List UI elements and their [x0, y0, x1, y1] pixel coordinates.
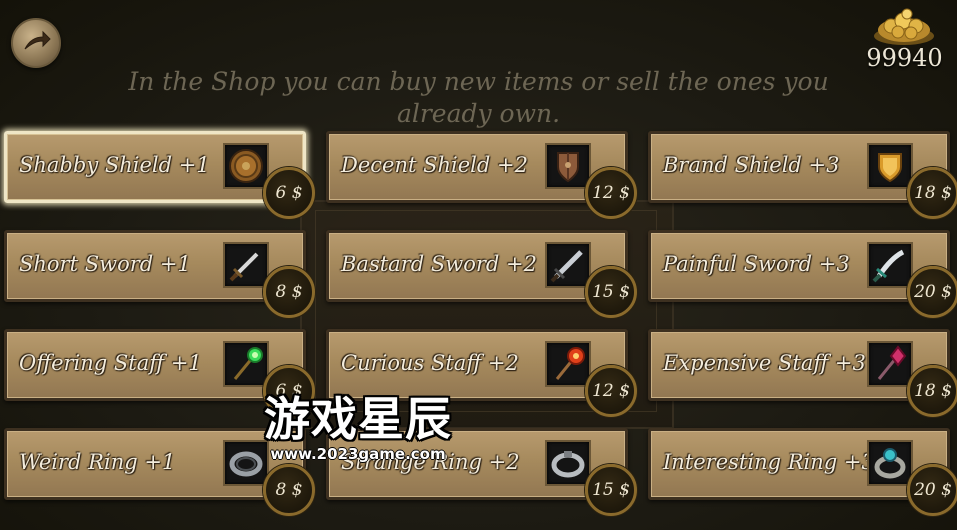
curved-sword-icon — [867, 242, 913, 288]
shop-item-name: Interesting Ring +3 — [663, 450, 875, 474]
shop-item-name: Expensive Staff +3 — [663, 351, 866, 375]
price-badge: 12 $ — [585, 167, 637, 219]
shop-item-name: Weird Ring +1 — [19, 450, 176, 474]
shop-item[interactable]: Brand Shield +3 18 $ — [648, 131, 957, 219]
coin-balance: 99940 — [866, 44, 943, 72]
shop-item[interactable]: Painful Sword +3 20 $ — [648, 230, 957, 318]
back-button[interactable] — [11, 18, 61, 68]
shop-item-name: Brand Shield +3 — [663, 153, 840, 177]
price-badge: 20 $ — [907, 266, 957, 318]
shop-instructions: In the Shop you can buy new items or sel… — [128, 67, 829, 128]
shop-item-name: Bastard Sword +2 — [341, 252, 537, 276]
short-sword-icon — [223, 242, 269, 288]
price-badge: 18 $ — [907, 167, 957, 219]
wooden-shield-icon — [545, 143, 591, 189]
shop-item-name: Short Sword +1 — [19, 252, 191, 276]
price-badge: 20 $ — [907, 464, 957, 516]
shop-item-name: Curious Staff +2 — [341, 351, 519, 375]
shop-item[interactable]: Expensive Staff +3 18 $ — [648, 329, 957, 417]
jeweled-ring-icon — [867, 440, 913, 486]
shop-item[interactable]: Strange Ring +2 15 $ — [326, 428, 637, 516]
price-badge: 15 $ — [585, 266, 637, 318]
price-badge: 12 $ — [585, 365, 637, 417]
gold-shield-icon — [867, 143, 913, 189]
round-shield-icon — [223, 143, 269, 189]
shop-item-name: Offering Staff +1 — [19, 351, 202, 375]
shop-item[interactable]: Weird Ring +1 8 $ — [4, 428, 315, 516]
price-badge: 6 $ — [263, 167, 315, 219]
shop-screen: 99940 In the Shop you can buy new items … — [0, 0, 957, 530]
shop-item-name: Decent Shield +2 — [341, 153, 528, 177]
silver-ring-icon — [545, 440, 591, 486]
price-badge: 8 $ — [263, 464, 315, 516]
green-staff-icon — [223, 341, 269, 387]
price-badge: 15 $ — [585, 464, 637, 516]
shop-item[interactable]: Shabby Shield +1 6 $ — [4, 131, 315, 219]
fire-staff-icon — [545, 341, 591, 387]
price-badge: 18 $ — [907, 365, 957, 417]
shop-item[interactable]: Offering Staff +1 6 $ — [4, 329, 315, 417]
shop-item[interactable]: Decent Shield +2 12 $ — [326, 131, 637, 219]
shop-item[interactable]: Curious Staff +2 12 $ — [326, 329, 637, 417]
price-badge: 6 $ — [263, 365, 315, 417]
price-badge: 8 $ — [263, 266, 315, 318]
shop-item[interactable]: Interesting Ring +3 20 $ — [648, 428, 957, 516]
shop-item-name: Shabby Shield +1 — [19, 153, 210, 177]
back-arrow-icon — [21, 29, 51, 57]
shop-item[interactable]: Short Sword +1 8 $ — [4, 230, 315, 318]
shop-item-name: Painful Sword +3 — [663, 252, 850, 276]
iron-ring-icon — [223, 440, 269, 486]
gold-coins-icon — [871, 6, 937, 46]
shop-item-name: Strange Ring +2 — [341, 450, 520, 474]
crystal-staff-icon — [867, 341, 913, 387]
bastard-sword-icon — [545, 242, 591, 288]
shop-item[interactable]: Bastard Sword +2 15 $ — [326, 230, 637, 318]
